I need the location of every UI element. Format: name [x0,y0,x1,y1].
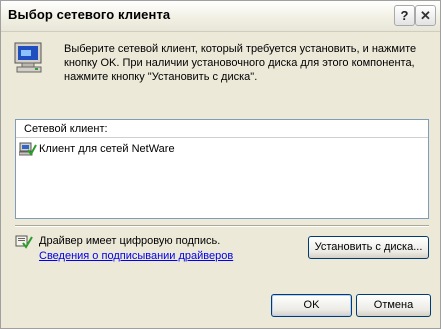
dialog-window: Выбор сетевого клиента ? ✕ Выберите сете… [0,0,441,329]
network-client-list[interactable]: Сетевой клиент: Клиент для сетей NetWare [15,119,429,219]
title-bar[interactable]: Выбор сетевого клиента ? ✕ [1,1,440,32]
ok-button[interactable]: OK [271,294,352,317]
close-button[interactable]: ✕ [415,5,436,26]
dialog-title: Выбор сетевого клиента [8,7,171,22]
help-button[interactable]: ? [394,5,415,26]
list-header: Сетевой клиент: [16,120,428,138]
separator [15,225,429,227]
cancel-button[interactable]: Отмена [356,294,431,317]
signature-status-text: Драйвер имеет цифровую подпись. [39,235,221,247]
instruction-text: Выберите сетевой клиент, который требует… [64,43,417,83]
network-computer-icon [14,42,42,73]
signed-driver-icon [15,235,33,249]
list-item-label: Клиент для сетей NetWare [39,143,175,155]
network-client-icon [19,142,37,156]
install-from-disk-button[interactable]: Установить с диска... [308,236,429,259]
list-header-label: Сетевой клиент: [24,123,108,135]
driver-signing-link[interactable]: Сведения о подписывании драйверов [39,250,233,262]
